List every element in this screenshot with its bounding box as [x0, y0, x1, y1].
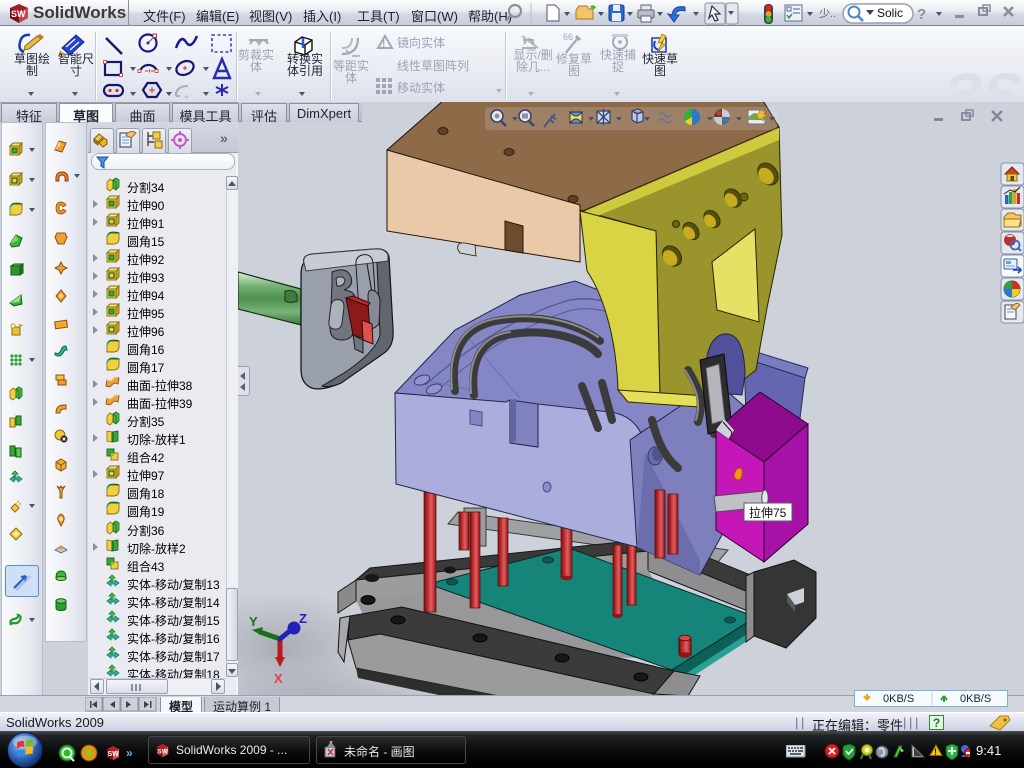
svg-text:66: 66	[563, 32, 573, 42]
svg-text:少..: 少..	[819, 7, 836, 20]
svg-text:X: X	[274, 671, 283, 686]
svg-text:Solic: Solic	[877, 6, 903, 20]
svg-text:拉伸75: 拉伸75	[749, 505, 787, 520]
svg-text:»: »	[126, 746, 133, 760]
svg-text:Z: Z	[299, 611, 307, 626]
svg-text:!: !	[382, 39, 385, 50]
svg-text:SW: SW	[11, 9, 26, 19]
svg-text:?: ?	[917, 6, 926, 23]
svg-text:SW: SW	[108, 751, 120, 758]
svg-text:!: !	[934, 747, 937, 757]
svg-text:SW: SW	[157, 748, 168, 755]
svg-text:Y: Y	[249, 614, 258, 629]
svg-text:+: +	[184, 92, 189, 102]
